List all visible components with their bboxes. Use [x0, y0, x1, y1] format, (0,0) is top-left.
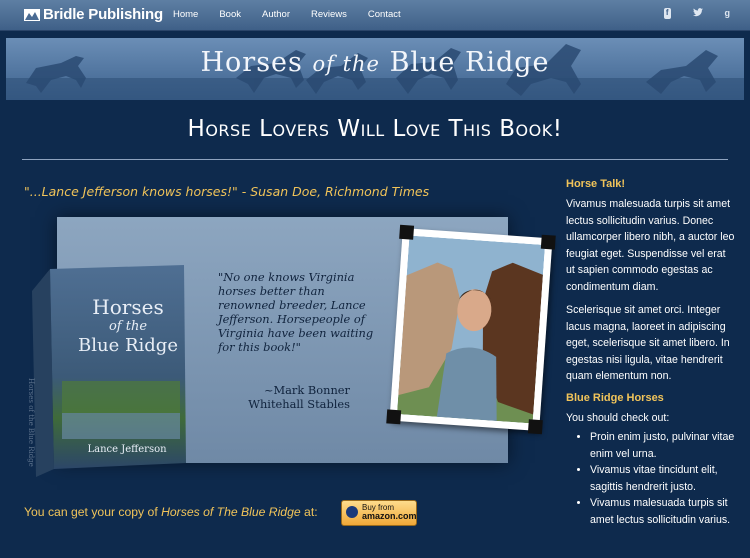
nav-book-link[interactable]: Book	[219, 9, 241, 20]
sidebar-heading-blue-ridge: Blue Ridge Horses	[566, 391, 664, 404]
navbar: Bridle Publishing Home Book Author Revie…	[0, 0, 750, 31]
twitter-icon[interactable]	[692, 8, 703, 19]
sidebar-paragraph: Vivamus malesuada turpis sit amet lectus…	[566, 198, 735, 293]
nav-reviews-link[interactable]: Reviews	[311, 9, 347, 20]
book-cover-title-1: Horses	[92, 295, 164, 319]
author-photo	[386, 224, 556, 435]
brand[interactable]: Bridle Publishing	[24, 6, 163, 23]
mountain-logo-icon	[24, 8, 40, 21]
endorsement-quote: "No one knows Virginia horses better tha…	[218, 270, 374, 354]
nav-menu: Home Book Author Reviews Contact	[173, 9, 422, 20]
list-item: Vivamus vitae tincidunt elit, sagittis h…	[590, 462, 736, 495]
facebook-icon[interactable]: f	[663, 8, 671, 19]
sidebar: Horse Talk! Vivamus malesuada turpis sit…	[566, 178, 736, 528]
sidebar-list: Proin enim justo, pulvinar vitae enim ve…	[566, 429, 736, 528]
list-item: Proin enim justo, pulvinar vitae enim ve…	[590, 429, 736, 462]
buy-text: You can get your copy of Horses of The B…	[24, 505, 318, 519]
sidebar-heading-horse-talk: Horse Talk!	[566, 178, 626, 190]
book-spine-text: Horses of the Blue Ridge	[27, 378, 35, 467]
nav-author-link[interactable]: Author	[262, 9, 290, 20]
amazon-icon	[346, 506, 358, 518]
sidebar-paragraph: Scelerisque sit amet orci. Integer lacus…	[566, 304, 730, 382]
nav-contact-link[interactable]: Contact	[368, 9, 401, 20]
google-plus-icon[interactable]: g	[725, 8, 731, 19]
review-quote: "...Lance Jefferson knows horses!" - Sus…	[24, 184, 430, 199]
social-links: f g	[642, 8, 730, 19]
hero-banner: Horses of the Blue Ridge	[6, 38, 744, 100]
brand-name[interactable]: Bridle Publishing	[43, 6, 163, 23]
divider	[22, 159, 728, 160]
buy-from-amazon-button[interactable]: Buy from amazon.com	[341, 500, 417, 526]
sidebar-paragraph: You should check out:	[566, 411, 670, 424]
book-cover-image: Horses of the Blue Ridge Lance Jefferson…	[27, 263, 186, 477]
list-item: Vivamus malesuada turpis sit amet lectus…	[590, 495, 736, 528]
page-title: Horse Lovers Will Love This Book!	[187, 116, 563, 142]
book-cover-title-3: Blue Ridge	[78, 335, 178, 356]
banner-title: Horses of the Blue Ridge	[200, 47, 550, 78]
book-cover-author: Lance Jefferson	[87, 444, 167, 455]
endorsement-attribution: ~Mark Bonner Whitehall Stables	[248, 383, 350, 411]
book-cover-title-2: of the	[108, 319, 148, 334]
nav-home-link[interactable]: Home	[173, 9, 198, 20]
